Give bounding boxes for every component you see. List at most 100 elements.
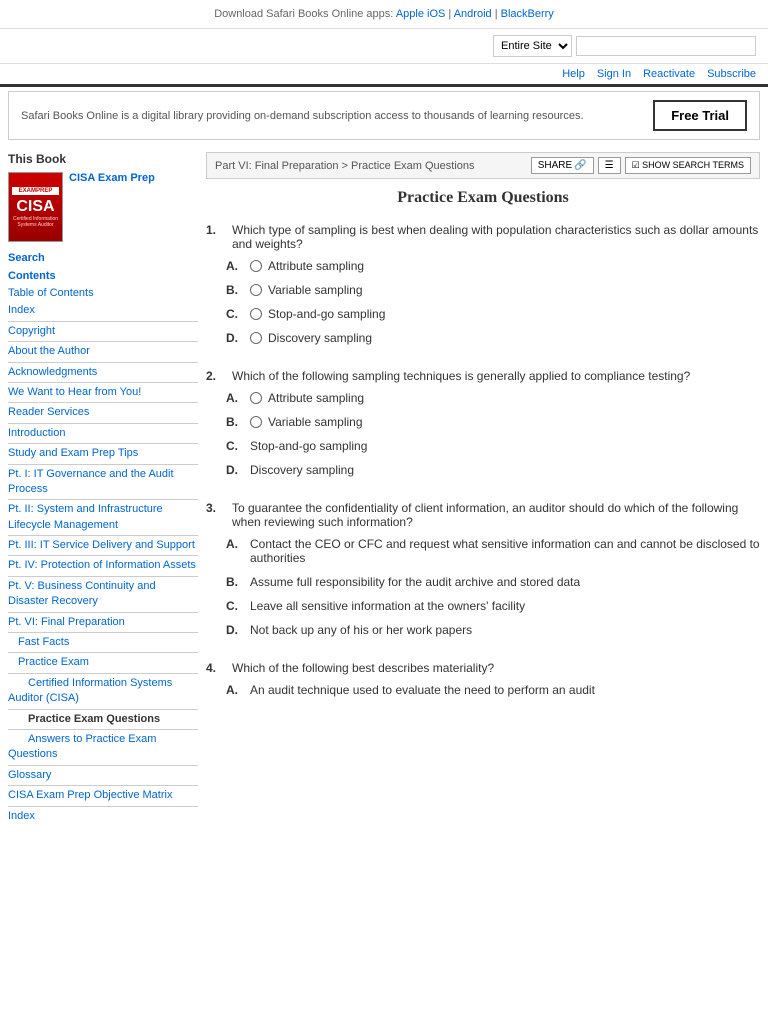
promo-bar: Safari Books Online is a digital library…	[8, 91, 760, 140]
content-area: Part VI: Final Preparation > Practice Ex…	[206, 152, 760, 826]
q2-option-a-label: A.	[226, 391, 244, 405]
help-link[interactable]: Help	[562, 68, 585, 80]
search-section-title[interactable]: Search	[8, 252, 198, 264]
sidebar-link-author: About the Author	[8, 344, 198, 359]
q1-option-b-text: Variable sampling	[268, 283, 363, 297]
sidebar-link-pt5: Pt. V: Business Continuity and Disaster …	[8, 579, 198, 610]
sidebar-link-hear: We Want to Hear from You!	[8, 385, 198, 400]
question-3-number: 3.	[206, 501, 226, 529]
page-title: Practice Exam Questions	[206, 189, 760, 207]
q1-option-a: A. Attribute sampling	[206, 259, 760, 273]
q3-option-b: B. Assume full responsibility for the au…	[206, 575, 760, 589]
sidebar-link-index: Index	[8, 303, 198, 318]
question-1-header: 1. Which type of sampling is best when d…	[206, 223, 760, 251]
q1-option-b: B. Variable sampling	[206, 283, 760, 297]
q3-option-d-label: D.	[226, 623, 244, 637]
sidebar-search-section: Search	[8, 252, 198, 264]
action-btn-1[interactable]: ☰	[598, 157, 621, 174]
top-bar: Download Safari Books Online apps: Apple…	[0, 0, 768, 29]
reactivate-link[interactable]: Reactivate	[643, 68, 695, 80]
q2-option-d: D. Discovery sampling	[206, 463, 760, 477]
nav-bar: Help Sign In Reactivate Subscribe	[0, 64, 768, 87]
q2-option-b: B. Variable sampling	[206, 415, 760, 429]
contents-section-title[interactable]: Contents	[8, 270, 198, 282]
q1-option-d: D. Discovery sampling	[206, 331, 760, 345]
q4-option-a: A. An audit technique used to evaluate t…	[206, 683, 760, 697]
question-1: 1. Which type of sampling is best when d…	[206, 223, 760, 345]
q1-option-a-label: A.	[226, 259, 244, 273]
sidebar-link-fast: Fast Facts	[8, 635, 198, 650]
question-3-header: 3. To guarantee the confidentiality of c…	[206, 501, 760, 529]
q1-option-c-text: Stop-and-go sampling	[268, 307, 385, 321]
question-1-number: 1.	[206, 223, 226, 251]
q2-option-b-text: Variable sampling	[268, 415, 363, 429]
q3-option-a-text: Contact the CEO or CFC and request what …	[250, 537, 760, 565]
question-3-text: To guarantee the confidentiality of clie…	[232, 501, 760, 529]
sidebar-contents-section: Contents	[8, 270, 198, 282]
q2-option-d-label: D.	[226, 463, 244, 477]
sidebar: This Book EXAMPREP CISA Certified Inform…	[8, 152, 198, 826]
sidebar-link-practice-questions: Practice Exam Questions	[8, 712, 198, 727]
main-layout: This Book EXAMPREP CISA Certified Inform…	[0, 144, 768, 834]
q2-option-c-content: Stop-and-go sampling	[250, 439, 367, 453]
q4-option-a-text: An audit technique used to evaluate the …	[250, 683, 595, 697]
q1-option-d-label: D.	[226, 331, 244, 345]
book-title-link[interactable]: CISA Exam Prep	[69, 172, 155, 184]
q1-option-c-content: Stop-and-go sampling	[250, 307, 385, 321]
show-search-terms-btn[interactable]: ☑ SHOW SEARCH TERMS	[625, 157, 751, 174]
question-2-header: 2. Which of the following sampling techn…	[206, 369, 760, 383]
q1-option-d-text: Discovery sampling	[268, 331, 372, 345]
q3-option-b-label: B.	[226, 575, 244, 589]
q1-option-d-radio[interactable]	[250, 332, 262, 344]
question-4: 4. Which of the following best describes…	[206, 661, 760, 697]
question-1-text: Which type of sampling is best when deal…	[232, 223, 760, 251]
question-2-text: Which of the following sampling techniqu…	[232, 369, 760, 383]
apple-ios-link[interactable]: Apple iOS	[396, 8, 446, 20]
q3-option-b-text: Assume full responsibility for the audit…	[250, 575, 580, 589]
sidebar-link-intro: Introduction	[8, 426, 198, 441]
q2-option-c-text: Stop-and-go sampling	[250, 439, 367, 453]
share-button[interactable]: SHARE 🔗	[531, 157, 594, 174]
sidebar-link-pt4: Pt. IV: Protection of Information Assets	[8, 558, 198, 573]
q1-option-b-radio[interactable]	[250, 284, 262, 296]
subscribe-link[interactable]: Subscribe	[707, 68, 756, 80]
sidebar-link-reader: Reader Services	[8, 405, 198, 420]
search-input[interactable]	[576, 36, 756, 56]
breadcrumb-bar: Part VI: Final Preparation > Practice Ex…	[206, 152, 760, 179]
cisa-logo: CISA	[16, 198, 54, 216]
q2-option-d-text: Discovery sampling	[250, 463, 354, 477]
q2-option-b-content: Variable sampling	[250, 415, 363, 429]
q1-option-b-label: B.	[226, 283, 244, 297]
q3-option-c: C. Leave all sensitive information at th…	[206, 599, 760, 613]
blackberry-link[interactable]: BlackBerry	[501, 8, 554, 20]
sidebar-links-list: Table of Contents Index Copyright About …	[8, 286, 198, 824]
q1-option-a-content: Attribute sampling	[250, 259, 364, 273]
android-link[interactable]: Android	[454, 8, 492, 20]
signin-link[interactable]: Sign In	[597, 68, 631, 80]
question-2-number: 2.	[206, 369, 226, 383]
sidebar-link-study: Study and Exam Prep Tips	[8, 446, 198, 461]
q1-option-a-text: Attribute sampling	[268, 259, 364, 273]
q3-option-a: A. Contact the CEO or CFC and request wh…	[206, 537, 760, 565]
sidebar-link-cisa: Certified Information Systems Auditor (C…	[8, 676, 198, 707]
sidebar-link-pt3: Pt. III: IT Service Delivery and Support	[8, 538, 198, 553]
search-scope-select[interactable]: Entire Site	[493, 35, 572, 57]
q1-option-a-radio[interactable]	[250, 260, 262, 272]
question-2: 2. Which of the following sampling techn…	[206, 369, 760, 477]
q1-option-c-radio[interactable]	[250, 308, 262, 320]
q3-option-c-text: Leave all sensitive information at the o…	[250, 599, 525, 613]
q3-option-d-text: Not back up any of his or her work paper…	[250, 623, 472, 637]
sidebar-link-acknowledgments: Acknowledgments	[8, 365, 198, 380]
q3-option-c-label: C.	[226, 599, 244, 613]
q2-option-a-radio[interactable]	[250, 392, 262, 404]
q2-option-b-radio[interactable]	[250, 416, 262, 428]
breadcrumb: Part VI: Final Preparation > Practice Ex…	[215, 160, 475, 172]
book-subtitle-small: Certified Information Systems Auditor	[12, 216, 59, 228]
question-4-text: Which of the following best describes ma…	[232, 661, 760, 675]
breadcrumb-actions: SHARE 🔗 ☰ ☑ SHOW SEARCH TERMS	[531, 157, 751, 174]
free-trial-button[interactable]: Free Trial	[653, 100, 747, 131]
q3-option-a-label: A.	[226, 537, 244, 551]
sidebar-link-pt2: Pt. II: System and Infrastructure Lifecy…	[8, 502, 198, 533]
sidebar-link-toc: Table of Contents	[8, 286, 198, 301]
sidebar-link-glossary: Glossary	[8, 768, 198, 783]
